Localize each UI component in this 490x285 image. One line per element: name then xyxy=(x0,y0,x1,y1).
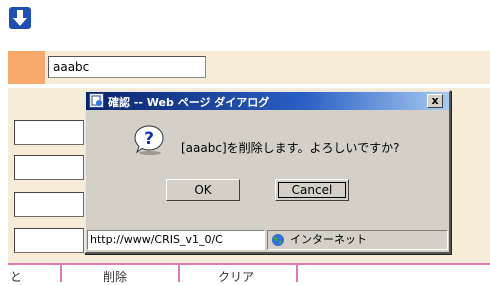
header-accent-cell xyxy=(8,51,45,84)
globe-icon xyxy=(272,234,284,246)
arrow-down-icon[interactable] xyxy=(9,7,31,29)
svg-text:?: ? xyxy=(144,129,154,149)
delete-header-cell[interactable]: 削除 xyxy=(103,268,127,285)
close-button[interactable]: x xyxy=(427,94,443,108)
form-field-3[interactable] xyxy=(14,192,84,217)
dialog-titlebar[interactable]: 確認 -- Web ページ ダイアログ x xyxy=(86,92,449,110)
ok-button[interactable]: OK xyxy=(166,179,240,201)
cancel-button[interactable]: Cancel xyxy=(275,179,349,201)
dialog-title: 確認 -- Web ページ ダイアログ xyxy=(108,96,270,109)
dialog-message: [aaabc]を削除します。よろしいですか? xyxy=(181,141,400,155)
table-divider xyxy=(178,263,180,282)
dialog-statusbar: http://www/CRIS_v1_0/C インターネット xyxy=(87,230,448,250)
form-field-2[interactable] xyxy=(14,155,84,180)
zone-label: インターネット xyxy=(290,233,367,246)
form-field-1[interactable] xyxy=(14,120,84,145)
table-divider xyxy=(60,263,62,282)
clear-header-cell[interactable]: クリア xyxy=(218,268,254,285)
table-border xyxy=(8,263,490,265)
table-divider xyxy=(296,263,298,282)
name-input[interactable]: aaabc xyxy=(48,56,206,78)
form-field-4[interactable] xyxy=(14,228,84,253)
status-url: http://www/CRIS_v1_0/C xyxy=(87,230,265,250)
security-zone: インターネット xyxy=(267,230,448,250)
table-header-cell: と xyxy=(10,270,23,284)
web-page-icon xyxy=(89,93,104,108)
confirm-dialog: 確認 -- Web ページ ダイアログ x ? [aaabc]を削除します。よろ… xyxy=(84,90,451,254)
question-icon: ? xyxy=(134,125,164,155)
